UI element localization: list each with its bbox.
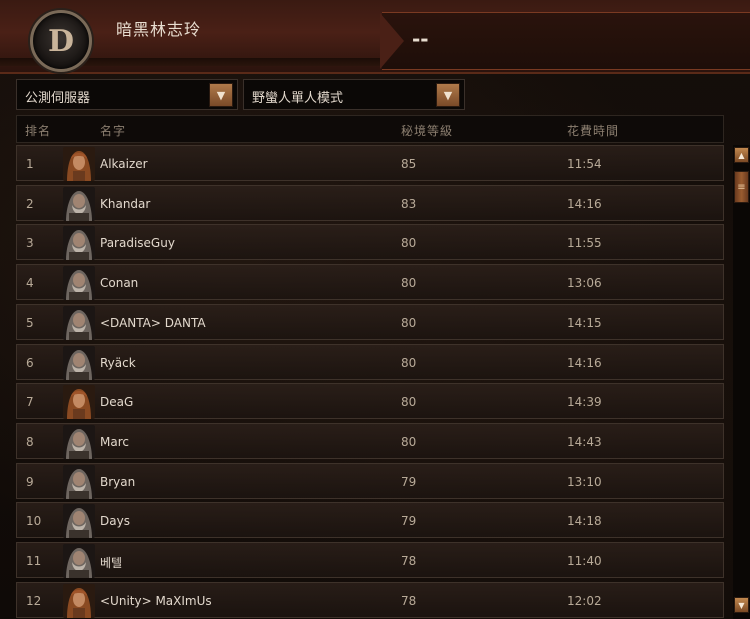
time-cell: 11:55 (567, 236, 602, 251)
rift-level-cell: 78 (401, 593, 417, 608)
player-name-title: 暗黑林志玲 (116, 20, 202, 39)
scroll-down-icon[interactable]: ▼ (734, 597, 749, 613)
rank-cell: 5 (26, 315, 34, 330)
barbarian-portrait-icon (63, 544, 95, 578)
player-name-cell[interactable]: <DANTA> DANTA (100, 316, 206, 330)
time-cell: 12:02 (567, 593, 602, 608)
time-cell: 14:16 (567, 196, 602, 211)
rift-level-cell: 80 (401, 434, 417, 449)
rift-level-cell: 85 (401, 157, 417, 171)
time-cell: 14:16 (567, 355, 602, 370)
table-row[interactable]: 3 ParadiseGuy 80 11:55 (16, 224, 724, 261)
rift-level-cell: 83 (401, 196, 417, 211)
table-row[interactable]: 6 Ryäck 80 14:16 (16, 343, 724, 380)
barbarian-portrait-icon (63, 147, 95, 181)
diablo-emblem-icon: D (30, 10, 92, 72)
rank-cell: 9 (26, 474, 34, 489)
status-text: -- (412, 27, 429, 51)
column-header-level: 秘境等級 (401, 124, 454, 138)
chevron-down-icon[interactable]: ▼ (209, 83, 233, 107)
player-name-cell[interactable]: Conan (100, 276, 138, 290)
table-row[interactable]: 2 Khandar 83 14:16 (16, 184, 724, 221)
player-name-cell[interactable]: ParadiseGuy (100, 236, 175, 250)
time-cell: 14:43 (567, 434, 602, 449)
mode-dropdown[interactable]: 野蠻人單人模式 ▼ (243, 79, 465, 110)
barbarian-portrait-icon (63, 464, 95, 499)
chevron-down-icon[interactable]: ▼ (436, 83, 460, 107)
player-name-cell[interactable]: <Unity> MaXImUs (100, 594, 212, 608)
time-cell: 13:06 (567, 276, 602, 291)
rift-level-cell: 80 (401, 276, 417, 291)
barbarian-portrait-icon (63, 504, 95, 539)
rank-cell: 11 (26, 554, 42, 568)
rank-cell: 2 (26, 196, 34, 211)
table-row[interactable]: 5 <DANTA> DANTA 80 14:15 (16, 303, 724, 340)
time-cell: 14:15 (567, 315, 602, 330)
player-name-cell[interactable]: Bryan (100, 475, 135, 489)
column-header-rank: 排名 (25, 124, 52, 138)
emblem-letter: D (47, 23, 74, 59)
barbarian-portrait-icon (63, 266, 95, 301)
table-row[interactable]: 11 베텔 78 11:40 (16, 542, 724, 578)
header-banner: D 暗黑林志玲 -- (0, 0, 750, 74)
time-cell: 13:10 (567, 474, 602, 489)
server-dropdown[interactable]: 公測伺服器 ▼ (16, 79, 238, 110)
rank-cell: 1 (26, 157, 34, 171)
player-name-cell[interactable]: Khandar (100, 197, 150, 211)
rank-cell: 12 (26, 593, 42, 608)
rank-cell: 3 (26, 236, 34, 251)
table-row[interactable]: 1 Alkaizer 85 11:54 (16, 145, 724, 181)
table-row[interactable]: 4 Conan 80 13:06 (16, 264, 724, 301)
barbarian-portrait-icon (63, 385, 95, 420)
status-notch (380, 13, 404, 69)
rank-cell: 7 (26, 395, 34, 410)
column-header-name: 名字 (100, 124, 127, 138)
rank-cell: 6 (26, 355, 34, 370)
scroll-thumb[interactable]: ≡ (734, 171, 749, 203)
table-row[interactable]: 9 Bryan 79 13:10 (16, 462, 724, 499)
column-header-time: 花費時間 (567, 124, 620, 138)
mode-dropdown-label: 野蠻人單人模式 (252, 91, 344, 106)
table-row[interactable]: 8 Marc 80 14:43 (16, 422, 724, 459)
player-name-cell[interactable]: DeaG (100, 395, 133, 409)
player-name-cell[interactable]: Alkaizer (100, 157, 148, 171)
barbarian-portrait-icon (63, 424, 95, 459)
table-header: 排名 名字 秘境等級 花費時間 (16, 115, 724, 143)
rift-level-cell: 80 (401, 355, 417, 370)
player-name-cell[interactable]: Marc (100, 435, 129, 449)
player-name-cell[interactable]: Ryäck (100, 356, 136, 370)
rift-level-cell: 80 (401, 315, 417, 330)
table-row[interactable]: 7 DeaG 80 14:39 (16, 383, 724, 420)
scroll-up-icon[interactable]: ▲ (734, 147, 749, 163)
player-name-cell[interactable]: 베텔 (100, 554, 122, 571)
barbarian-portrait-icon (63, 226, 95, 261)
player-name-cell[interactable]: Days (100, 514, 130, 528)
rank-cell: 10 (26, 514, 42, 529)
server-dropdown-label: 公測伺服器 (25, 91, 91, 106)
rank-cell: 8 (26, 434, 34, 449)
time-cell: 11:54 (567, 157, 602, 171)
table-row[interactable]: 10 Days 79 14:18 (16, 502, 724, 539)
time-cell: 14:18 (567, 514, 602, 529)
table-row[interactable]: 12 <Unity> MaXImUs 78 12:02 (16, 581, 724, 618)
rift-level-cell: 79 (401, 474, 417, 489)
time-cell: 11:40 (567, 554, 602, 568)
status-panel: -- (380, 12, 750, 70)
scrollbar[interactable]: ▲ ≡ ▼ (733, 145, 750, 619)
time-cell: 14:39 (567, 395, 602, 410)
rift-level-cell: 80 (401, 236, 417, 251)
barbarian-portrait-icon (63, 186, 95, 221)
barbarian-portrait-icon (63, 305, 95, 340)
rift-level-cell: 79 (401, 514, 417, 529)
barbarian-portrait-icon (63, 583, 95, 618)
rift-level-cell: 80 (401, 395, 417, 410)
rift-level-cell: 78 (401, 554, 417, 568)
rank-cell: 4 (26, 276, 34, 291)
barbarian-portrait-icon (63, 345, 95, 380)
